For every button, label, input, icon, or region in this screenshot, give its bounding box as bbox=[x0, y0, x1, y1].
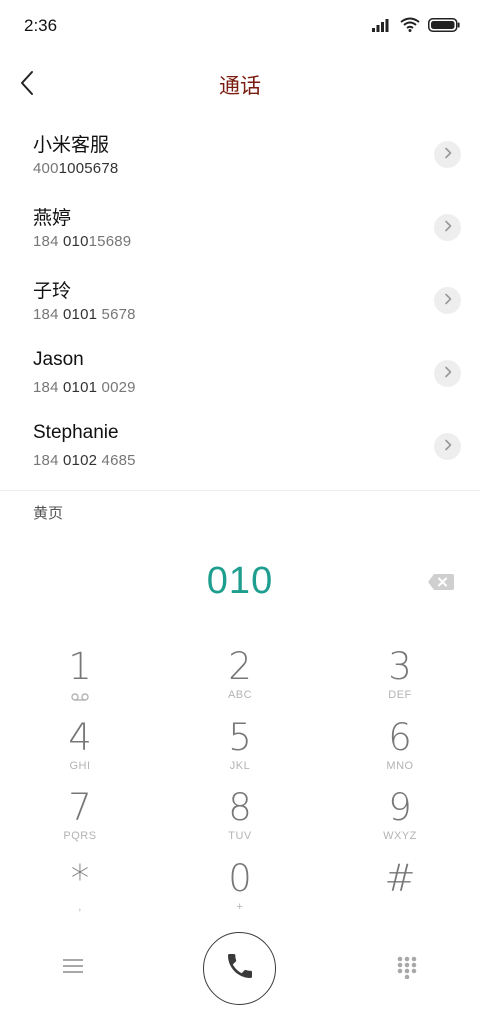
key-letters: + bbox=[236, 901, 244, 913]
chevron-right-icon bbox=[443, 292, 453, 310]
contact-item[interactable]: 燕婷 184 01015689 bbox=[0, 198, 480, 271]
contact-number: 184 01015689 bbox=[33, 233, 132, 250]
contact-name: 小米客服 bbox=[33, 135, 110, 156]
chevron-right-icon bbox=[443, 219, 453, 237]
key-digit: 4 bbox=[68, 716, 92, 759]
contact-item[interactable]: 子玲 184 0101 5678 bbox=[0, 271, 480, 344]
key-digit: 5 bbox=[228, 716, 252, 759]
key-8[interactable]: 8 TUV bbox=[185, 787, 295, 853]
divider bbox=[0, 490, 480, 491]
key-hash[interactable]: # bbox=[345, 858, 455, 924]
chevron-right-icon bbox=[443, 365, 453, 383]
contact-number: 184 0101 5678 bbox=[33, 306, 136, 323]
key-letters: PQRS bbox=[63, 830, 97, 842]
contact-name: 子玲 bbox=[33, 281, 72, 302]
contact-detail-button[interactable] bbox=[434, 141, 461, 168]
contact-item[interactable]: 小米客服 4001005678 bbox=[0, 125, 480, 198]
key-3[interactable]: 3 DEF bbox=[345, 646, 455, 712]
backspace-button[interactable] bbox=[427, 572, 455, 592]
key-digit: 7 bbox=[68, 786, 92, 829]
header: 通话 bbox=[0, 60, 480, 110]
key-digit: 2 bbox=[228, 645, 252, 688]
contact-detail-button[interactable] bbox=[434, 287, 461, 314]
bottom-action-bar bbox=[0, 930, 480, 1006]
key-digit: 3 bbox=[388, 645, 412, 688]
key-letters: TUV bbox=[228, 830, 252, 842]
chevron-right-icon bbox=[443, 438, 453, 456]
contact-detail-button[interactable] bbox=[434, 360, 461, 387]
key-2[interactable]: 2 ABC bbox=[185, 646, 295, 712]
key-letters: WXYZ bbox=[383, 830, 417, 842]
contact-number: 4001005678 bbox=[33, 160, 119, 177]
contact-item[interactable]: Jason 184 0101 0029 bbox=[0, 344, 480, 417]
contact-name: Stephanie bbox=[33, 422, 119, 443]
key-digit: 0 bbox=[228, 857, 252, 900]
key-letters: GHI bbox=[69, 760, 91, 772]
key-digit: 8 bbox=[228, 786, 252, 829]
key-letters: , bbox=[78, 901, 82, 913]
contact-detail-button[interactable] bbox=[434, 433, 461, 460]
status-time: 2:36 bbox=[24, 16, 58, 35]
signal-icon bbox=[372, 18, 392, 32]
dial-input-display: 010 bbox=[206, 560, 274, 602]
hamburger-menu-icon bbox=[61, 959, 85, 980]
menu-button[interactable] bbox=[61, 956, 85, 976]
key-digit: * bbox=[70, 857, 90, 900]
contact-number: 184 0102 4685 bbox=[33, 452, 136, 469]
call-button[interactable] bbox=[203, 932, 276, 1005]
contact-number: 184 0101 0029 bbox=[33, 379, 136, 396]
key-digit: # bbox=[384, 857, 416, 900]
dialpad-toggle-button[interactable] bbox=[396, 955, 418, 980]
yellow-pages-label[interactable]: 黄页 bbox=[33, 502, 63, 523]
key-star[interactable]: * , bbox=[25, 858, 135, 924]
phone-icon bbox=[224, 950, 256, 987]
status-icons bbox=[372, 17, 460, 32]
key-6[interactable]: 6 MNO bbox=[345, 717, 455, 783]
key-digit: 1 bbox=[68, 645, 92, 688]
dialer-screen: 2:36 通话 小米客服 4001005678 燕婷 184 01015689 … bbox=[0, 0, 480, 1013]
contact-detail-button[interactable] bbox=[434, 214, 461, 241]
battery-icon bbox=[428, 17, 460, 32]
chevron-right-icon bbox=[443, 146, 453, 164]
contact-item[interactable]: Stephanie 184 0102 4685 bbox=[0, 417, 480, 490]
key-7[interactable]: 7 PQRS bbox=[25, 787, 135, 853]
key-digit: 6 bbox=[388, 716, 412, 759]
dialpad-icon bbox=[396, 956, 418, 983]
key-letters: ABC bbox=[227, 689, 253, 701]
key-5[interactable]: 5 JKL bbox=[185, 717, 295, 783]
voicemail-icon bbox=[25, 689, 135, 703]
key-4[interactable]: 4 GHI bbox=[25, 717, 135, 783]
contact-name: Jason bbox=[33, 349, 84, 370]
page-title: 通话 bbox=[219, 75, 261, 98]
key-letters: MNO bbox=[386, 760, 414, 772]
backspace-icon bbox=[427, 574, 455, 596]
key-letters: JKL bbox=[229, 760, 251, 772]
key-letters: DEF bbox=[388, 689, 412, 701]
key-1[interactable]: 1 bbox=[25, 646, 135, 712]
status-bar: 2:36 bbox=[0, 0, 480, 52]
key-digit: 9 bbox=[388, 786, 412, 829]
wifi-icon bbox=[400, 17, 420, 32]
key-9[interactable]: 9 WXYZ bbox=[345, 787, 455, 853]
key-0[interactable]: 0 + bbox=[185, 858, 295, 924]
contact-suggestion-list: 小米客服 4001005678 燕婷 184 01015689 子玲 184 0… bbox=[0, 125, 480, 490]
contact-name: 燕婷 bbox=[33, 208, 72, 229]
